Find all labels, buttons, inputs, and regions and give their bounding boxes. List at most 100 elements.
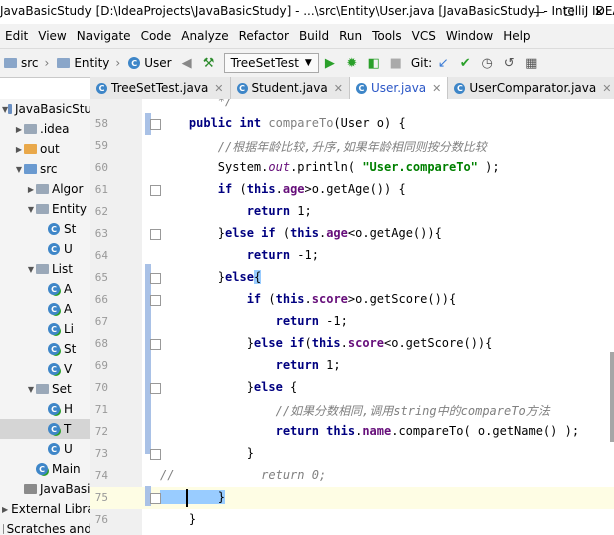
back-arrow-icon[interactable]: ◀ [176, 56, 198, 71]
chevron-right-icon[interactable]: ▶ [14, 125, 24, 134]
tree-item[interactable]: C St [0, 219, 90, 239]
tree-item[interactable]: ▼ Set [0, 379, 90, 399]
tree-item[interactable]: C Main [0, 459, 90, 479]
chevron-down-icon[interactable]: ▼ [14, 165, 24, 174]
build-hammer-icon[interactable]: ⚒ [198, 56, 220, 71]
tree-item[interactable]: ▼ List [0, 259, 90, 279]
tree-item[interactable]: CH [0, 399, 90, 419]
git-revert-icon[interactable]: ↺ [498, 56, 520, 71]
tree-item[interactable]: CU [0, 439, 90, 459]
fold-toggle-icon[interactable] [150, 229, 161, 240]
code-text: if (this.age>o.getAge()) { [160, 182, 406, 196]
tree-item[interactable]: ▶ out [0, 139, 90, 159]
chevron-down-icon[interactable]: ▼ [26, 385, 36, 394]
code-token: this [246, 182, 276, 196]
menu-vcs[interactable]: VCS [407, 29, 441, 43]
chevron-right-icon[interactable]: ▶ [2, 505, 8, 514]
code-line: 62 return 1; [90, 201, 614, 223]
fold-toggle-icon[interactable] [150, 383, 161, 394]
tree-item-label: Algor [52, 182, 84, 196]
fold-toggle-icon[interactable] [150, 185, 161, 196]
menu-build[interactable]: Build [294, 29, 334, 43]
run-icon[interactable]: ▶ [319, 56, 341, 71]
editor-tab[interactable]: C Student.java ✕ [231, 77, 350, 99]
code-token: else [253, 380, 291, 394]
tree-item[interactable]: CV [0, 359, 90, 379]
breadcrumb-label: src [21, 56, 39, 70]
breadcrumb-src[interactable]: src › [0, 56, 53, 70]
git-history-icon[interactable]: ◷ [476, 56, 498, 71]
debug-icon[interactable]: ✹ [341, 56, 363, 71]
breadcrumb-user[interactable]: C User [124, 56, 175, 70]
fold-toggle-icon[interactable] [150, 449, 161, 460]
tree-item[interactable]: C St [0, 339, 90, 359]
chevron-down-icon[interactable]: ▼ [26, 205, 36, 214]
stop-icon[interactable]: ■ [385, 56, 407, 71]
menu-run[interactable]: Run [334, 29, 367, 43]
fold-toggle-icon[interactable] [150, 273, 161, 284]
menu-help[interactable]: Help [498, 29, 535, 43]
close-tab-icon[interactable]: ✕ [334, 82, 343, 95]
chevron-right-icon[interactable]: ▶ [26, 185, 36, 194]
close-tab-icon[interactable]: ✕ [602, 82, 611, 95]
editor-tabs: C TreeSetTest.java ✕ C Student.java ✕ C User.ja… [90, 77, 614, 100]
fold-toggle-icon[interactable] [150, 339, 161, 350]
code-token: if [217, 182, 240, 196]
code-line: 69 return 1; [90, 355, 614, 377]
code-token: { [253, 270, 262, 284]
chevron-right-icon[interactable]: ▶ [14, 145, 24, 154]
fold-toggle-icon[interactable] [150, 493, 161, 504]
menu-code[interactable]: Code [136, 29, 177, 43]
menu-view[interactable]: View [33, 29, 71, 43]
close-icon[interactable]: ✕ [584, 0, 614, 24]
tree-item[interactable]: ▼ JavaBasicStu [0, 99, 90, 119]
tree-item[interactable]: CU [0, 239, 90, 259]
tree-item[interactable]: ▶ External Libra [0, 499, 90, 519]
code-token: this [311, 336, 341, 350]
code-editor[interactable]: */58 public int compareTo(User o) {59 //… [90, 99, 614, 535]
menu-tools[interactable]: Tools [367, 29, 407, 43]
tree-item[interactable]: CA [0, 299, 90, 319]
editor-tab[interactable]: C TreeSetTest.java ✕ [90, 77, 231, 99]
git-commit-icon[interactable]: ✔ [454, 56, 476, 71]
coverage-icon[interactable]: ◧ [363, 56, 385, 71]
line-number: 70 [94, 381, 108, 394]
menu-analyze[interactable]: Analyze [176, 29, 233, 43]
menu-refactor[interactable]: Refactor [234, 29, 294, 43]
tree-item-label: Li [64, 322, 75, 336]
maximize-icon[interactable]: ☐ [554, 0, 584, 24]
tree-item[interactable]: Scratches and [0, 519, 90, 535]
navigation-bar: src › Entity › C User ◀ ⚒ TreeSetTest ▼ … [0, 48, 614, 78]
close-tab-icon[interactable]: ✕ [432, 82, 441, 95]
tree-item[interactable]: ▶ Algor [0, 179, 90, 199]
project-structure-icon[interactable]: ▦ [520, 56, 542, 71]
line-number: 62 [94, 205, 108, 218]
run-configuration-select[interactable]: TreeSetTest ▼ [223, 53, 319, 73]
code-text: // return 0; [160, 468, 326, 482]
tree-item[interactable]: ▶ .idea [0, 119, 90, 139]
tree-item[interactable]: CA [0, 279, 90, 299]
tree-item[interactable]: ▼ src [0, 159, 90, 179]
tree-item[interactable]: CT [0, 419, 90, 439]
close-tab-icon[interactable]: ✕ [214, 82, 223, 95]
breadcrumb-entity[interactable]: Entity › [53, 56, 124, 70]
chevron-down-icon[interactable]: ▼ [26, 265, 36, 274]
tree-item[interactable]: ▼ Entity [0, 199, 90, 219]
minimize-icon[interactable]: — [524, 0, 554, 24]
code-token: else [225, 270, 254, 284]
code-token: .compareTo( o.getName() ); [391, 424, 580, 438]
editor-tab[interactable]: C UserComparator.java ✕ [448, 77, 614, 99]
tree-item[interactable]: C Li [0, 319, 90, 339]
tree-item-label: List [52, 262, 73, 276]
menu-navigate[interactable]: Navigate [72, 29, 136, 43]
tree-item[interactable]: JavaBasic [0, 479, 90, 499]
menu-window[interactable]: Window [441, 29, 498, 43]
vertical-scrollbar[interactable] [610, 352, 614, 442]
git-update-icon[interactable]: ↙ [432, 56, 454, 71]
runnable-class-icon: C [48, 323, 60, 335]
menu-edit[interactable]: Edit [0, 29, 33, 43]
editor-tab[interactable]: C User.java ✕ [349, 77, 449, 99]
fold-toggle-icon[interactable] [150, 295, 161, 306]
fold-toggle-icon[interactable] [150, 119, 161, 130]
